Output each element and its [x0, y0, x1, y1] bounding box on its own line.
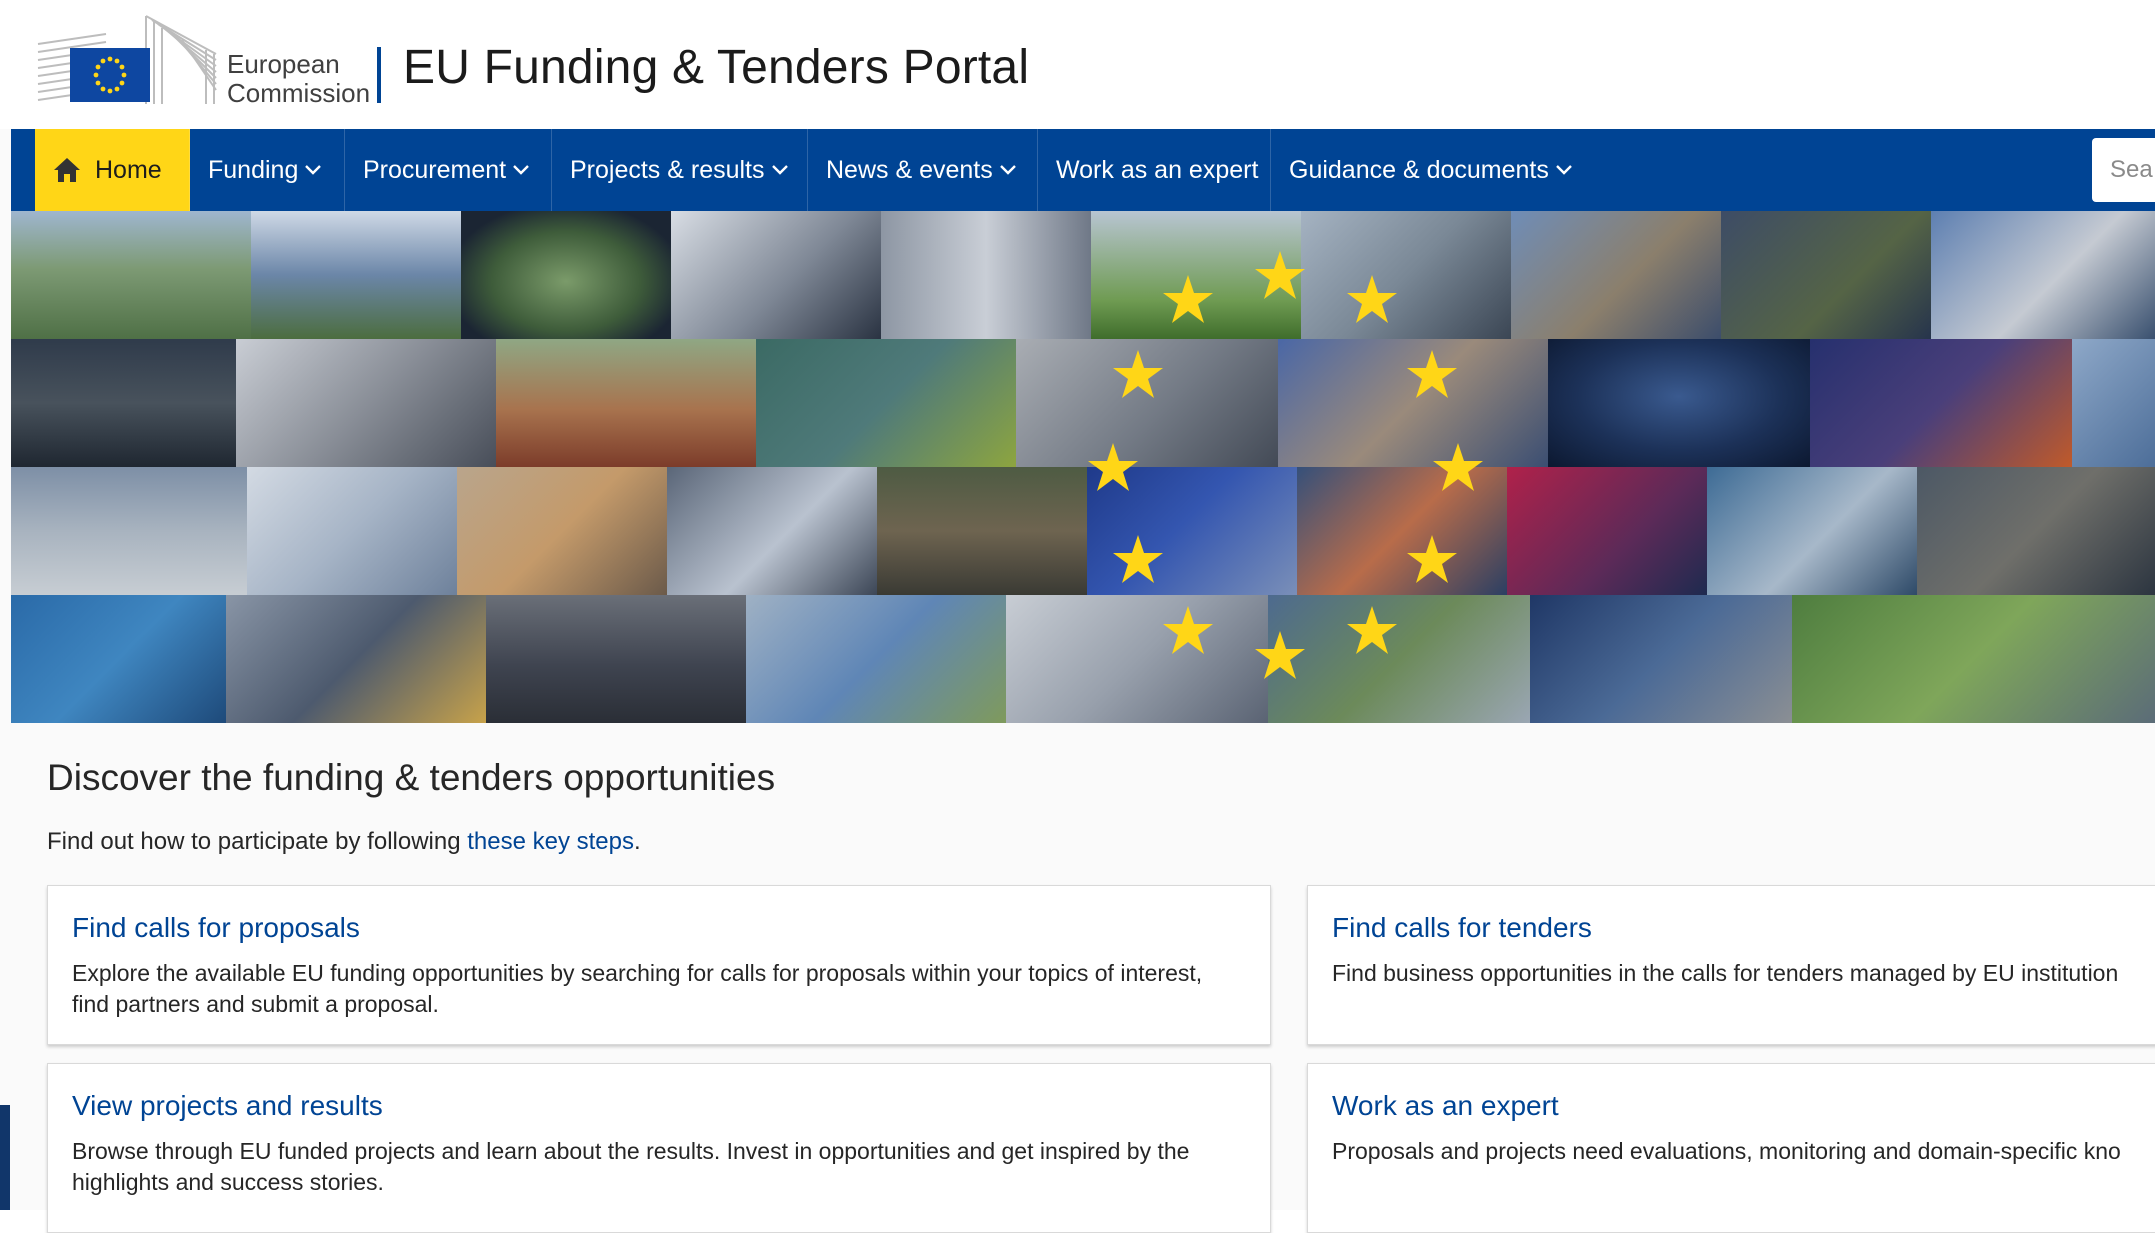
- star-icon: [1347, 275, 1397, 323]
- card-work-as-expert[interactable]: Work as an expert Proposals and projects…: [1307, 1063, 2155, 1233]
- card-view-projects-results[interactable]: View projects and results Browse through…: [47, 1063, 1271, 1233]
- chevron-down-icon: [771, 165, 788, 175]
- banner-tile-friends: [1511, 211, 1721, 339]
- nav-work-as-expert[interactable]: Work as an expert: [1038, 129, 1271, 211]
- left-edge-strip: [0, 1105, 10, 1210]
- star-icon: [1255, 251, 1305, 299]
- card-title[interactable]: View projects and results: [72, 1090, 1246, 1122]
- star-icon: [1433, 443, 1483, 491]
- star-icon: [1113, 350, 1163, 398]
- nav-home[interactable]: Home: [35, 129, 190, 211]
- banner-tile-soldier: [1721, 211, 1931, 339]
- star-icon: [1407, 350, 1457, 398]
- key-steps-link[interactable]: these key steps: [467, 828, 634, 855]
- home-icon: [54, 158, 80, 182]
- nav-news-events[interactable]: News & events: [808, 129, 1038, 211]
- star-icon: [1407, 535, 1457, 583]
- card-title[interactable]: Find calls for proposals: [72, 912, 1246, 944]
- banner-tile-tree: [877, 467, 1087, 595]
- discover-title: Discover the funding & tenders opportuni…: [47, 757, 776, 798]
- card-text: Browse through EU funded projects and le…: [72, 1138, 1190, 1195]
- nav-home-label: Home: [95, 155, 162, 184]
- star-icon: [1113, 535, 1163, 583]
- banner-tile-scientists: [247, 467, 457, 595]
- banner-tile-doctor-child: [1006, 595, 1268, 723]
- nav-procurement-label: Procurement: [363, 155, 507, 184]
- banner-tile-landscape: [11, 211, 251, 339]
- banner-tile-jet-engine: [1530, 595, 1792, 723]
- app-root: European Commission EU Funding & Tenders…: [0, 0, 2155, 1233]
- nav-projects-label: Projects & results: [570, 155, 765, 184]
- banner-tile-fish-farm: [11, 595, 226, 723]
- banner-tile-nurse: [2072, 339, 2155, 467]
- banner-tile-justice: [881, 211, 1091, 339]
- main-navigation: Home Funding Procurement Projects & resu…: [11, 129, 2155, 211]
- nav-projects-results[interactable]: Projects & results: [552, 129, 808, 211]
- nav-procurement[interactable]: Procurement: [345, 129, 552, 211]
- card-title[interactable]: Find calls for tenders: [1332, 912, 2142, 944]
- nav-funding[interactable]: Funding: [190, 129, 345, 211]
- chevron-down-icon: [513, 165, 529, 175]
- hero-banner-collage: [11, 211, 2155, 723]
- star-icon: [1347, 606, 1397, 654]
- chevron-down-icon: [999, 165, 1016, 175]
- banner-tile-cyclists: [1792, 595, 2155, 723]
- banner-tile-market: [496, 339, 756, 467]
- ec-logo-text: European Commission: [227, 50, 370, 108]
- header-divider: [377, 47, 381, 103]
- card-find-calls-tenders[interactable]: Find calls for tenders Find business opp…: [1307, 885, 2155, 1045]
- banner-tile-library: [1301, 211, 1511, 339]
- discover-subtitle-end: .: [634, 828, 641, 855]
- ec-line-2: Commission: [227, 78, 371, 108]
- banner-tile-train-window: [461, 211, 671, 339]
- star-icon: [1163, 275, 1213, 323]
- nav-funding-label: Funding: [208, 155, 299, 184]
- banner-tile-green-building: [1268, 595, 1530, 723]
- banner-tile-volunteers: [746, 595, 1006, 723]
- star-icon: [1163, 606, 1213, 654]
- site-header: European Commission EU Funding & Tenders…: [0, 0, 2155, 129]
- banner-tile-children: [457, 467, 667, 595]
- banner-tile-wildfire: [11, 339, 236, 467]
- banner-tile-vr: [1931, 211, 2155, 339]
- banner-tile-flood: [11, 467, 247, 595]
- banner-tile-senior: [667, 467, 877, 595]
- nav-news-label: News & events: [826, 155, 993, 184]
- banner-tile-concert: [251, 211, 461, 339]
- banner-tile-camera: [671, 211, 881, 339]
- card-find-calls-proposals[interactable]: Find calls for proposals Explore the ava…: [47, 885, 1271, 1045]
- star-icon: [1255, 631, 1305, 679]
- discover-subtitle-text: Find out how to participate by following: [47, 828, 468, 855]
- banner-tile-engineers: [226, 595, 486, 723]
- portal-title[interactable]: EU Funding & Tenders Portal: [403, 40, 1029, 95]
- nav-expert-label: Work as an expert: [1056, 155, 1259, 184]
- banner-tile-migrants: [1917, 467, 2155, 595]
- banner-tile-welding: [1810, 339, 2072, 467]
- nav-guidance-label: Guidance & documents: [1289, 155, 1549, 184]
- card-text: Find business opportunities in the calls…: [1332, 960, 2119, 986]
- discover-subtitle: Find out how to participate by following…: [47, 828, 641, 856]
- search-input[interactable]: Sea: [2092, 138, 2155, 202]
- ec-line-1: European: [227, 49, 340, 79]
- banner-tile-computers: [1707, 467, 1917, 595]
- banner-tile-worker: [756, 339, 1016, 467]
- card-text: Explore the available EU funding opportu…: [72, 960, 1203, 1017]
- banner-tile-auditorium: [486, 595, 746, 723]
- nav-guidance-documents[interactable]: Guidance & documents: [1271, 129, 1591, 211]
- card-text: Proposals and projects need evaluations,…: [1332, 1138, 2121, 1164]
- star-icon: [1088, 443, 1138, 491]
- chevron-down-icon: [305, 165, 322, 175]
- card-title[interactable]: Work as an expert: [1332, 1090, 2142, 1122]
- banner-tile-cameraman: [1507, 467, 1707, 595]
- banner-tile-meeting: [236, 339, 496, 467]
- chevron-down-icon: [1556, 165, 1572, 175]
- eu-flag-icon[interactable]: [36, 14, 218, 106]
- banner-tile-europe-map: [1548, 339, 1810, 467]
